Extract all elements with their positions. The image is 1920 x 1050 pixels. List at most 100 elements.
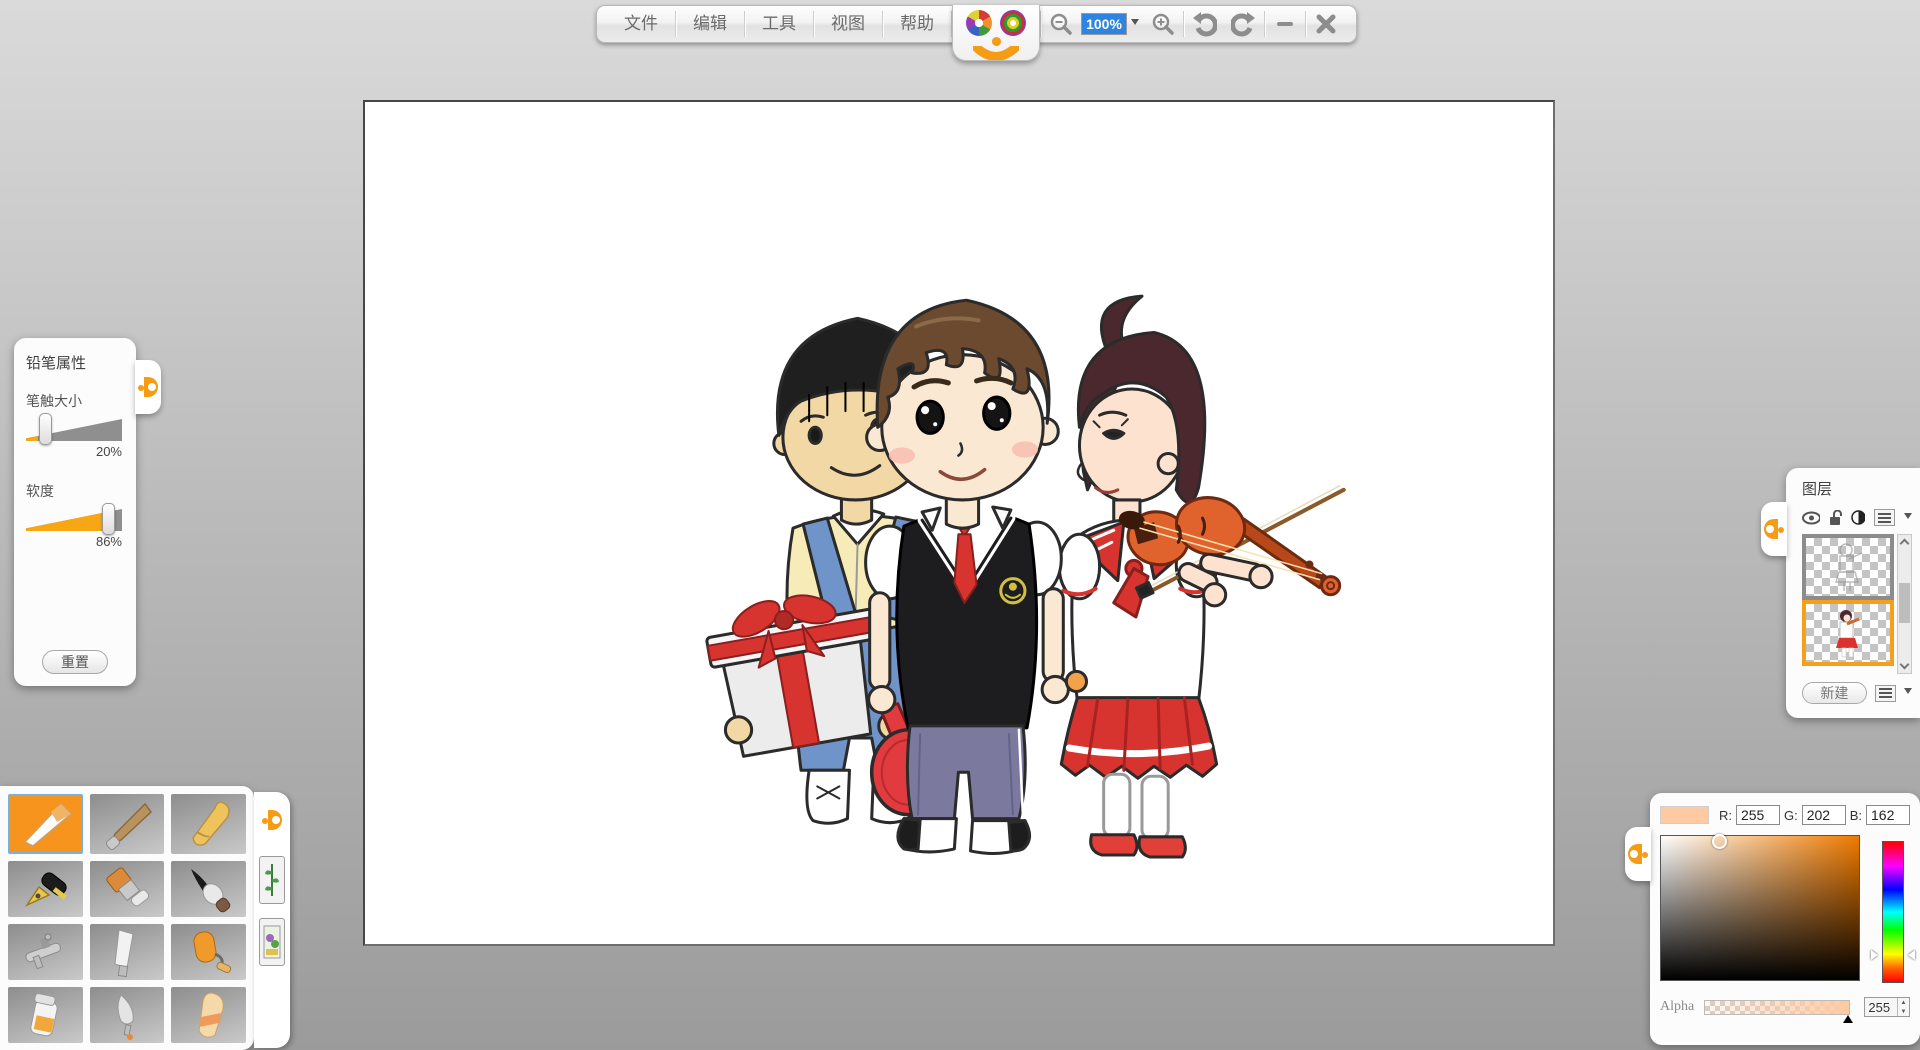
scrollbar-thumb[interactable] bbox=[1899, 583, 1910, 623]
layers-footer-caret-icon[interactable] bbox=[1904, 688, 1912, 698]
character-pingpong-boy bbox=[866, 300, 1087, 853]
main-toolbar: 文件 编辑 工具 视图 帮助 100% bbox=[596, 5, 1357, 43]
tool-ink-brush[interactable] bbox=[171, 861, 246, 917]
tool-paint-tube[interactable] bbox=[8, 987, 83, 1043]
softness-label: 软度 bbox=[26, 481, 124, 501]
g-input[interactable] bbox=[1802, 805, 1846, 825]
brush-size-slider[interactable] bbox=[26, 419, 122, 441]
tool-paint-roller[interactable] bbox=[171, 924, 246, 980]
softness-slider[interactable] bbox=[26, 509, 122, 531]
layers-footer-menu-button[interactable] bbox=[1875, 685, 1896, 702]
paint-roller-icon bbox=[181, 924, 237, 980]
alpha-spin-down-icon[interactable]: ▼ bbox=[1898, 1007, 1909, 1016]
mascot-clown-button[interactable] bbox=[952, 5, 1040, 61]
redo-icon bbox=[1231, 11, 1257, 37]
hue-slider[interactable] bbox=[1882, 841, 1904, 983]
tool-palette-knife[interactable] bbox=[90, 924, 165, 980]
softness-slider-handle[interactable] bbox=[102, 503, 115, 535]
b-input[interactable] bbox=[1866, 805, 1910, 825]
reset-button[interactable]: 重置 bbox=[42, 650, 108, 674]
tool-eraser[interactable] bbox=[171, 987, 246, 1043]
flat-brush-icon bbox=[99, 861, 155, 917]
alpha-marker-icon[interactable] bbox=[1843, 1010, 1853, 1023]
zoom-in-button[interactable] bbox=[1143, 6, 1183, 42]
menu-tools[interactable]: 工具 bbox=[745, 6, 813, 42]
panel-collapse-tab[interactable] bbox=[1625, 827, 1651, 881]
clown-ear-icon[interactable] bbox=[262, 810, 282, 830]
picture-preview-tab[interactable] bbox=[259, 918, 285, 966]
brush-size-value: 20% bbox=[26, 444, 122, 459]
drawing-canvas[interactable] bbox=[363, 100, 1555, 946]
layer-unlock-icon[interactable] bbox=[1829, 510, 1842, 526]
redo-button[interactable] bbox=[1224, 6, 1264, 42]
tool-pencil[interactable] bbox=[8, 794, 83, 854]
clown-ear-icon bbox=[1764, 519, 1784, 539]
zoom-level-combo[interactable]: 100% bbox=[1081, 13, 1127, 35]
tool-palette bbox=[0, 786, 254, 1050]
palette-knife-icon bbox=[99, 924, 155, 980]
zoom-out-button[interactable] bbox=[1041, 6, 1081, 42]
close-button[interactable] bbox=[1306, 6, 1346, 42]
plant-brush-preview-tab[interactable] bbox=[259, 856, 285, 904]
scroll-down-icon[interactable] bbox=[1900, 660, 1910, 670]
brush-size-slider-handle[interactable] bbox=[39, 413, 52, 445]
close-icon bbox=[1315, 13, 1337, 35]
layer-item-sketch[interactable] bbox=[1802, 534, 1894, 600]
alpha-slider[interactable] bbox=[1704, 1000, 1851, 1015]
minimize-button[interactable] bbox=[1265, 6, 1305, 42]
sv-cursor[interactable] bbox=[1712, 834, 1727, 849]
zoom-in-icon bbox=[1151, 12, 1175, 36]
mascot-slot bbox=[952, 6, 1040, 42]
character-violin-girl bbox=[1059, 296, 1343, 857]
tool-flat-brush[interactable] bbox=[90, 861, 165, 917]
zoom-level-value: 100% bbox=[1082, 14, 1126, 34]
sketch-layer-thumbnail bbox=[1831, 541, 1865, 593]
r-label: R: bbox=[1719, 808, 1732, 823]
layer-menu-button[interactable] bbox=[1874, 509, 1895, 526]
tool-wood-pencil[interactable] bbox=[90, 794, 165, 854]
crayon-icon bbox=[181, 796, 237, 852]
menu-file[interactable]: 文件 bbox=[607, 6, 675, 42]
layer-opacity-icon[interactable] bbox=[1851, 510, 1865, 525]
tool-paint-knife[interactable] bbox=[90, 987, 165, 1043]
tool-fountain-pen[interactable] bbox=[8, 861, 83, 917]
alpha-input[interactable] bbox=[1865, 998, 1897, 1016]
zoom-dropdown-caret-icon[interactable] bbox=[1131, 19, 1139, 29]
layers-title: 图层 bbox=[1802, 478, 1912, 499]
clown-ear-icon bbox=[138, 377, 158, 397]
r-input[interactable] bbox=[1736, 805, 1780, 825]
mascot-swirl-eye-icon bbox=[1000, 10, 1026, 36]
b-label: B: bbox=[1850, 808, 1862, 823]
panel-collapse-tab[interactable] bbox=[1761, 502, 1787, 556]
menu-edit[interactable]: 编辑 bbox=[676, 6, 744, 42]
brush-size-label: 笔触大小 bbox=[26, 391, 124, 411]
alpha-spinner[interactable]: ▲ ▼ bbox=[1864, 997, 1910, 1017]
layers-panel: 图层 bbox=[1786, 468, 1920, 718]
panel-collapse-tab[interactable] bbox=[135, 360, 161, 414]
hue-marker-left-icon[interactable] bbox=[1871, 950, 1883, 960]
hue-marker-right-icon[interactable] bbox=[1903, 950, 1915, 960]
layer-visibility-eye-icon[interactable] bbox=[1802, 511, 1820, 525]
scroll-up-icon[interactable] bbox=[1900, 539, 1910, 549]
undo-button[interactable] bbox=[1184, 6, 1224, 42]
color-picker-panel: R: G: B: Alpha ▲ ▼ bbox=[1650, 793, 1920, 1045]
alpha-spin-up-icon[interactable]: ▲ bbox=[1898, 998, 1909, 1007]
new-layer-button[interactable]: 新建 bbox=[1802, 682, 1867, 704]
mascot-nose-icon bbox=[992, 37, 1001, 46]
layers-scrollbar[interactable] bbox=[1897, 534, 1912, 674]
airbrush-icon bbox=[17, 924, 73, 980]
menu-view[interactable]: 视图 bbox=[814, 6, 882, 42]
plant-sketch-icon bbox=[263, 860, 281, 900]
palette-side-tabs bbox=[254, 792, 290, 1048]
tool-airbrush[interactable] bbox=[8, 924, 83, 980]
tool-crayon[interactable] bbox=[171, 794, 246, 854]
layer-menu-caret-icon[interactable] bbox=[1904, 513, 1912, 523]
ink-brush-icon bbox=[181, 861, 237, 917]
zoom-out-icon bbox=[1049, 12, 1073, 36]
saturation-value-picker[interactable] bbox=[1660, 835, 1860, 981]
clown-ear-icon bbox=[1628, 844, 1648, 864]
slider-fill bbox=[26, 509, 109, 531]
menu-help[interactable]: 帮助 bbox=[883, 6, 951, 42]
layer-item-color[interactable] bbox=[1802, 600, 1894, 666]
g-label: G: bbox=[1784, 808, 1798, 823]
